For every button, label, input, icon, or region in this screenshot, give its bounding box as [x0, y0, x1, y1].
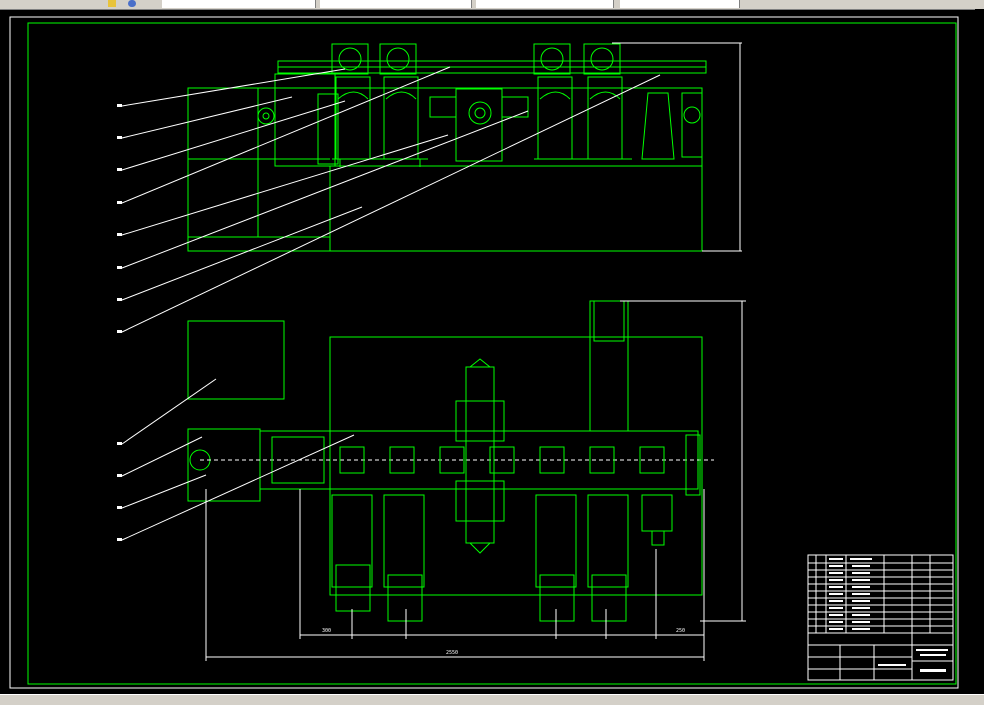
- overall-width-dim: 2550: [446, 650, 458, 656]
- balloon-ticks: [117, 104, 122, 541]
- status-strip: [0, 694, 984, 705]
- toolbar-dropdown-4[interactable]: [620, 0, 740, 8]
- elevation-view: [187, 43, 707, 252]
- plan-view: [187, 300, 714, 622]
- leader-lines: [121, 66, 661, 541]
- toolbar-dropdown-1[interactable]: [162, 0, 316, 8]
- drawing-border: [27, 22, 957, 685]
- toolbar-dropdown-2[interactable]: [320, 0, 472, 8]
- vertical-scrollbar[interactable]: [975, 9, 984, 694]
- cad-drawing-canvas[interactable]: 300 250 2550: [0, 9, 975, 694]
- globe-icon[interactable]: [128, 0, 136, 7]
- dim-segment-6: 250: [676, 628, 685, 634]
- elevation-height-dimension: [612, 42, 742, 252]
- dim-segment-1: 300: [322, 628, 331, 634]
- layer-icon[interactable]: [108, 0, 116, 7]
- toolbar-dropdown-3[interactable]: [476, 0, 614, 8]
